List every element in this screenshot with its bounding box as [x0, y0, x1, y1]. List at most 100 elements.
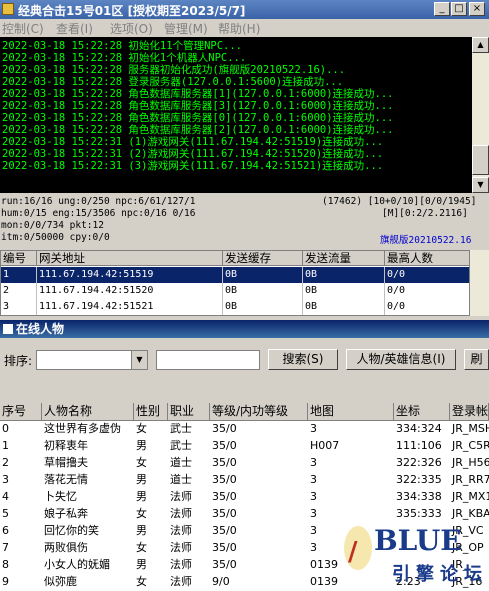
- search-input[interactable]: [156, 350, 260, 370]
- log-line: 2022-03-18 15:22:28 角色数据库服务器[0](127.0.0.…: [2, 112, 394, 124]
- log-line: 2022-03-18 15:22:28 角色数据库服务器[3](127.0.0.…: [2, 100, 394, 112]
- stats-panel: run:16/16 ung:0/250 npc:6/61/127/1 (1746…: [0, 193, 489, 250]
- menu-bar: 控制(C) 查看(I) 选项(O) 管理(M) 帮助(H): [0, 19, 489, 37]
- cell-class: 武士: [170, 439, 192, 452]
- cell-gender: 男: [136, 439, 147, 452]
- logo-mark: /: [348, 537, 358, 567]
- close-button[interactable]: ×: [469, 2, 485, 16]
- window-title: 经典合击15号01区 [授权期至2023/5/7]: [18, 4, 246, 18]
- cell-name: 两败俱伤: [44, 541, 88, 554]
- menu-help[interactable]: 帮助(H): [218, 20, 260, 37]
- panel-icon: [3, 324, 13, 334]
- menu-options[interactable]: 选项(O): [110, 20, 153, 37]
- gw-cell-max: 0/0: [385, 299, 469, 315]
- sort-select[interactable]: ▼: [36, 350, 148, 370]
- header-gender[interactable]: 性别: [134, 403, 168, 421]
- cell-class: 法师: [170, 524, 192, 537]
- table-row[interactable]: 3 111.67.194.42:51521 0B 0B 0/0: [1, 299, 469, 315]
- cell-class: 道士: [170, 473, 192, 486]
- cell-level: 35/0: [212, 473, 237, 486]
- cell-name: 这世界有多虚伪: [44, 422, 121, 435]
- cell-index: 5: [2, 507, 9, 520]
- gateway-scrollbar[interactable]: [470, 250, 489, 316]
- header-map[interactable]: 地图: [308, 403, 394, 421]
- chevron-down-icon[interactable]: ▼: [131, 351, 147, 369]
- table-row[interactable]: 1 初释衷年 男 武士 35/0 H007 111:106 JR_C5R: [0, 438, 489, 454]
- player-info-button[interactable]: 人物/英雄信息(I): [346, 349, 456, 370]
- table-row[interactable]: 4 卜失忆 男 法师 35/0 3 334:338 JR_MX1: [0, 489, 489, 505]
- log-line: 2022-03-18 15:22:28 登录服务器(127.0.0.1:5600…: [2, 76, 344, 88]
- gw-cell-buffer: 0B: [223, 299, 303, 315]
- table-row[interactable]: 3 落花无情 男 道士 35/0 3 322:335 JR_RR7: [0, 472, 489, 488]
- log-line: 2022-03-18 15:22:28 初始化1个机器人NPC...: [2, 52, 247, 64]
- maximize-button[interactable]: □: [451, 2, 467, 16]
- cell-coords: 322:326: [396, 456, 442, 469]
- minimize-button[interactable]: _: [434, 2, 450, 16]
- menu-view[interactable]: 查看(I): [56, 20, 93, 37]
- log-line: 2022-03-18 15:22:28 角色数据库服务器[1](127.0.0.…: [2, 88, 394, 100]
- scroll-thumb[interactable]: [472, 145, 489, 175]
- cell-coords: 334:338: [396, 490, 442, 503]
- cell-account: JR_MX1: [452, 490, 489, 503]
- gw-cell-max: 0/0: [385, 283, 469, 299]
- header-coords[interactable]: 坐标: [394, 403, 450, 421]
- title-bar: 经典合击15号01区 [授权期至2023/5/7] _ □ ×: [0, 0, 489, 19]
- sort-label: 排序:: [4, 354, 33, 368]
- scroll-down-arrow-icon[interactable]: ▼: [472, 177, 489, 193]
- table-row[interactable]: 2 草帽撸夫 女 道士 35/0 3 322:326 JR_H56: [0, 455, 489, 471]
- cell-account: JR_H56: [452, 456, 489, 469]
- gw-cell-id: 3: [1, 299, 37, 315]
- cell-class: 法师: [170, 541, 192, 554]
- header-level[interactable]: 等级/内功等级: [210, 403, 308, 421]
- cell-coords: 322:335: [396, 473, 442, 486]
- table-row[interactable]: 1 111.67.194.42:51519 0B 0B 0/0: [1, 267, 469, 283]
- cell-name: 初释衷年: [44, 439, 88, 452]
- gw-header-send-traffic[interactable]: 发送流量: [303, 251, 385, 266]
- cell-coords: 334:324: [396, 422, 442, 435]
- cell-index: 1: [2, 439, 9, 452]
- scroll-up-arrow-icon[interactable]: ▲: [472, 37, 489, 53]
- menu-manage[interactable]: 管理(M): [164, 20, 208, 37]
- cell-class: 法师: [170, 507, 192, 520]
- menu-control[interactable]: 控制(C): [2, 20, 44, 37]
- cell-gender: 女: [136, 422, 147, 435]
- cell-level: 35/0: [212, 422, 237, 435]
- table-row[interactable]: 2 111.67.194.42:51520 0B 0B 0/0: [1, 283, 469, 299]
- cell-index: 0: [2, 422, 9, 435]
- gw-header-id[interactable]: 编号: [1, 251, 37, 266]
- cell-gender: 女: [136, 541, 147, 554]
- cell-index: 7: [2, 541, 9, 554]
- cell-level: 35/0: [212, 456, 237, 469]
- cell-name: 回忆你的笑: [44, 524, 99, 537]
- log-console[interactable]: 2022-03-18 15:22:28 初始化11个管理NPC... 2022-…: [0, 37, 472, 193]
- search-button[interactable]: 搜索(S): [268, 349, 338, 370]
- log-line: 2022-03-18 15:22:28 服务器初始化成功(旗舰版20210522…: [2, 64, 346, 76]
- cell-name: 娘子私奔: [44, 507, 88, 520]
- header-name[interactable]: 人物名称: [42, 403, 134, 421]
- refresh-button[interactable]: 刷: [464, 349, 489, 370]
- cell-map: 3: [310, 490, 317, 503]
- gw-header-send-buffer[interactable]: 发送缓存: [223, 251, 303, 266]
- cell-class: 法师: [170, 490, 192, 503]
- gw-cell-id: 2: [1, 283, 37, 299]
- gw-header-max-users[interactable]: 最高人数: [385, 251, 469, 266]
- online-toolbar: 排序: ▼ 搜索(S) 人物/英雄信息(I) 刷: [0, 338, 489, 403]
- cell-name: 卜失忆: [44, 490, 77, 503]
- cell-name: 似弥鹿: [44, 575, 77, 588]
- log-line: 2022-03-18 15:22:31 (1)游戏网关(111.67.194.4…: [2, 136, 384, 148]
- header-index[interactable]: 序号: [0, 403, 42, 421]
- cell-gender: 女: [136, 456, 147, 469]
- gw-cell-max: 0/0: [385, 267, 469, 283]
- header-account[interactable]: 登录帐号: [450, 403, 489, 421]
- cell-level: 35/0: [212, 541, 237, 554]
- cell-class: 武士: [170, 422, 192, 435]
- cell-class: 法师: [170, 558, 192, 571]
- header-class[interactable]: 职业: [168, 403, 210, 421]
- cell-gender: 男: [136, 473, 147, 486]
- gw-header-address[interactable]: 网关地址: [37, 251, 223, 266]
- log-scrollbar[interactable]: ▲ ▼: [472, 37, 489, 193]
- table-row[interactable]: 0 这世界有多虚伪 女 武士 35/0 3 334:324 JR_MSH: [0, 421, 489, 437]
- cell-index: 8: [2, 558, 9, 571]
- gw-cell-traffic: 0B: [303, 267, 385, 283]
- cell-gender: 男: [136, 490, 147, 503]
